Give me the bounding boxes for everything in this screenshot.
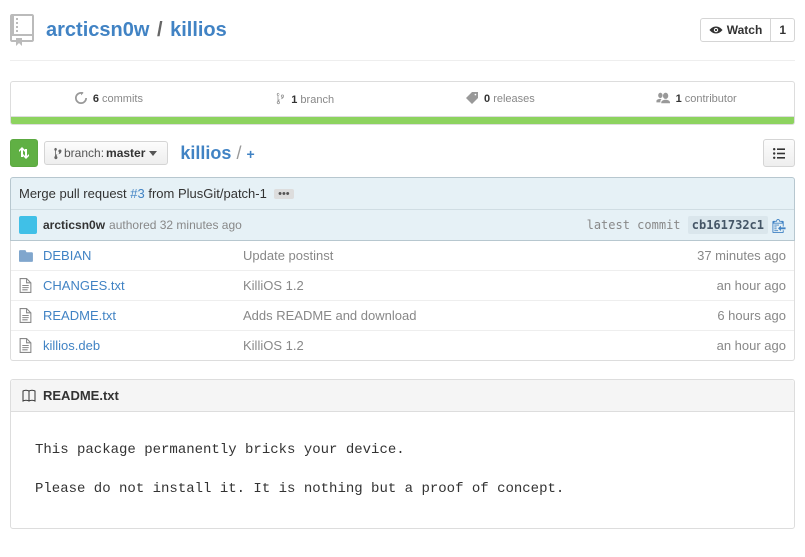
history-icon	[75, 92, 87, 104]
stat-branches[interactable]: 1 branch	[207, 82, 403, 116]
branches-label: branch	[300, 94, 334, 106]
file-time: 37 minutes ago	[697, 248, 786, 263]
watch-label: Watch	[727, 23, 763, 37]
owner-link[interactable]: arcticsn0w	[46, 19, 149, 41]
file-commit-msg[interactable]: Adds README and download	[243, 308, 717, 323]
commit-msg-prefix: Merge pull request	[19, 186, 130, 201]
branch-picker-icon	[53, 147, 62, 160]
file-commit-msg[interactable]: KilliOS 1.2	[243, 278, 717, 293]
branch-icon	[275, 92, 285, 105]
file-link[interactable]: CHANGES.txt	[43, 278, 125, 293]
file-row: killios.deb KilliOS 1.2 an hour ago	[11, 330, 794, 360]
branch-picker[interactable]: branch: master	[44, 141, 168, 165]
commits-count: 6	[93, 93, 99, 105]
commit-meta: arcticsn0w authored 32 minutes ago lates…	[11, 210, 794, 240]
breadcrumb-add[interactable]: +	[246, 146, 254, 162]
commit-tease: Merge pull request #3 from PlusGit/patch…	[10, 177, 795, 241]
branch-row: branch: master killios / +	[10, 139, 795, 167]
breadcrumb-sep: /	[236, 143, 241, 163]
compare-button[interactable]	[10, 139, 38, 167]
compare-icon	[17, 145, 31, 161]
readme: README.txt This package permanently bric…	[10, 379, 795, 529]
file-icon	[19, 338, 37, 353]
contributors-count: 1	[676, 93, 682, 105]
repo-title: arcticsn0w / killios	[46, 19, 700, 42]
commit-authored: authored 32 minutes ago	[109, 218, 242, 232]
file-list: DEBIAN Update postinst 37 minutes ago CH…	[10, 241, 795, 361]
releases-count: 0	[484, 93, 490, 105]
stat-releases[interactable]: 0 releases	[403, 82, 599, 116]
breadcrumb-repo[interactable]: killios	[180, 143, 231, 163]
language-bar[interactable]	[10, 117, 795, 125]
list-view-button[interactable]	[763, 139, 795, 167]
list-icon	[773, 148, 785, 159]
releases-label: releases	[493, 93, 535, 105]
breadcrumb: killios / +	[180, 143, 254, 164]
file-row: CHANGES.txt KilliOS 1.2 an hour ago	[11, 270, 794, 300]
file-icon	[19, 308, 37, 323]
file-time: an hour ago	[717, 338, 786, 353]
repo-icon	[10, 14, 38, 46]
branch-picker-value: master	[104, 146, 149, 160]
tag-icon	[466, 92, 478, 104]
people-icon	[656, 92, 670, 104]
watch-group: Watch 1	[700, 18, 795, 42]
chevron-down-icon	[149, 151, 157, 156]
title-separator: /	[155, 19, 165, 41]
repo-link[interactable]: killios	[170, 19, 227, 41]
stat-contributors[interactable]: 1 contributor	[598, 82, 794, 116]
latest-commit-label: latest commit	[587, 218, 688, 232]
file-commit-msg[interactable]: KilliOS 1.2	[243, 338, 717, 353]
commit-pr-link[interactable]: #3	[130, 186, 144, 201]
readme-p2: Please do not install it. It is nothing …	[35, 479, 770, 500]
clipboard-icon[interactable]	[772, 218, 786, 233]
stat-commits[interactable]: 6 commits	[11, 82, 207, 116]
commit-message: Merge pull request #3 from PlusGit/patch…	[11, 178, 794, 210]
commit-expand-button[interactable]: •••	[274, 189, 294, 199]
repo-header: arcticsn0w / killios Watch 1	[10, 10, 795, 61]
watch-button[interactable]: Watch	[700, 18, 772, 42]
book-icon	[21, 389, 37, 403]
file-link[interactable]: DEBIAN	[43, 248, 91, 263]
file-icon	[19, 278, 37, 293]
commit-sha[interactable]: cb161732c1	[688, 216, 768, 234]
avatar[interactable]	[19, 216, 37, 234]
readme-header: README.txt	[11, 380, 794, 412]
file-link[interactable]: killios.deb	[43, 338, 100, 353]
readme-title: README.txt	[43, 388, 119, 403]
commit-msg-suffix: from PlusGit/patch-1	[145, 186, 267, 201]
folder-icon	[19, 249, 37, 262]
file-time: 6 hours ago	[717, 308, 786, 323]
file-link[interactable]: README.txt	[43, 308, 116, 323]
branch-picker-label: branch:	[64, 146, 104, 160]
branches-count: 1	[291, 94, 297, 106]
readme-p1: This package permanently bricks your dev…	[35, 440, 770, 461]
contributors-label: contributor	[685, 93, 737, 105]
commit-author[interactable]: arcticsn0w	[43, 218, 105, 232]
readme-body: This package permanently bricks your dev…	[11, 412, 794, 528]
file-row: DEBIAN Update postinst 37 minutes ago	[11, 241, 794, 270]
file-row: README.txt Adds README and download 6 ho…	[11, 300, 794, 330]
eye-icon	[709, 24, 723, 36]
watch-count[interactable]: 1	[771, 18, 795, 42]
latest-commit: latest commit cb161732c1	[587, 218, 768, 232]
file-commit-msg[interactable]: Update postinst	[243, 248, 697, 263]
commits-label: commits	[102, 93, 143, 105]
stats-bar: 6 commits 1 branch 0 releases 1 contribu…	[10, 81, 795, 117]
file-time: an hour ago	[717, 278, 786, 293]
